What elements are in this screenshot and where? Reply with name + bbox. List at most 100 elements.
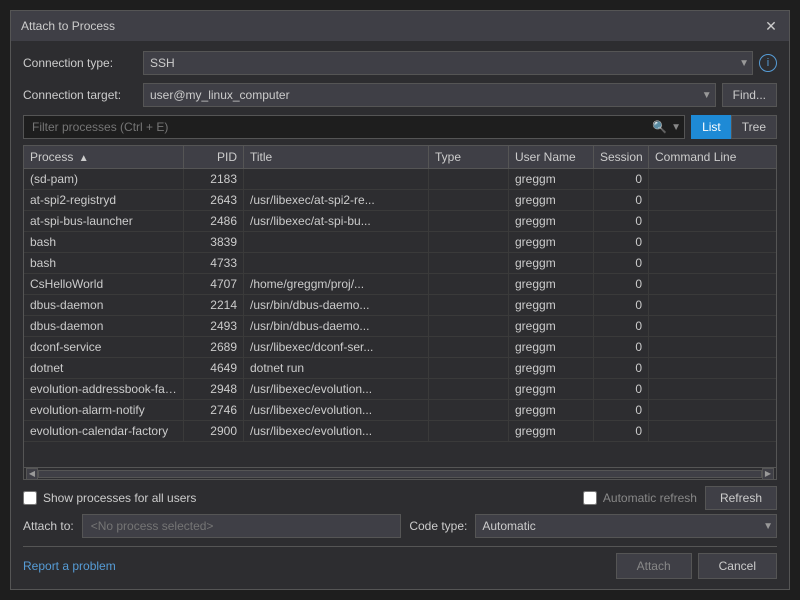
table-cell: 0 — [594, 211, 649, 231]
table-row[interactable]: dotnet4649dotnet rungreggm0 — [24, 358, 776, 379]
table-cell: greggm — [509, 211, 594, 231]
table-row[interactable]: evolution-addressbook-factory2948/usr/li… — [24, 379, 776, 400]
close-button[interactable]: ✕ — [763, 18, 779, 34]
find-button[interactable]: Find... — [722, 83, 777, 107]
connection-type-wrapper: SSH Local ▼ — [143, 51, 753, 75]
table-cell: greggm — [509, 169, 594, 189]
tree-view-button[interactable]: Tree — [731, 115, 777, 139]
code-type-label: Code type: — [409, 519, 467, 533]
auto-refresh-label[interactable]: Automatic refresh — [583, 491, 697, 505]
table-cell: at-spi2-registryd — [24, 190, 184, 210]
table-cell — [429, 337, 509, 357]
table-cell: greggm — [509, 379, 594, 399]
table-cell — [429, 274, 509, 294]
attach-to-process-dialog: Attach to Process ✕ Connection type: SSH… — [10, 10, 790, 590]
table-row[interactable]: evolution-alarm-notify2746/usr/libexec/e… — [24, 400, 776, 421]
table-cell: 0 — [594, 400, 649, 420]
horizontal-scrollbar[interactable]: ◀ ▶ — [24, 467, 776, 479]
column-header-process[interactable]: Process ▲ — [24, 146, 184, 168]
filter-input-wrapper: 🔍 ▼ — [23, 115, 685, 139]
connection-type-select[interactable]: SSH Local — [143, 51, 753, 75]
table-row[interactable]: at-spi-bus-launcher2486/usr/libexec/at-s… — [24, 211, 776, 232]
table-cell: 4649 — [184, 358, 244, 378]
table-header: Process ▲ PID Title Type User Name Sessi… — [24, 146, 776, 169]
table-cell — [429, 400, 509, 420]
table-cell — [649, 253, 776, 273]
table-cell: 0 — [594, 337, 649, 357]
filter-dropdown-icon[interactable]: ▼ — [671, 122, 681, 133]
table-row[interactable]: dconf-service2689/usr/libexec/dconf-ser.… — [24, 337, 776, 358]
table-row[interactable]: evolution-calendar-factory2900/usr/libex… — [24, 421, 776, 442]
table-cell: /usr/libexec/at-spi-bu... — [244, 211, 429, 231]
column-header-session[interactable]: Session — [594, 146, 649, 168]
list-view-button[interactable]: List — [691, 115, 731, 139]
table-row[interactable]: CsHelloWorld4707/home/greggm/proj/...gre… — [24, 274, 776, 295]
table-cell: 2643 — [184, 190, 244, 210]
table-cell: /usr/libexec/evolution... — [244, 421, 429, 441]
checkbox-row: Show processes for all users Automatic r… — [23, 480, 777, 514]
scrollbar-track[interactable] — [38, 470, 762, 478]
column-header-type[interactable]: Type — [429, 146, 509, 168]
table-cell: 3839 — [184, 232, 244, 252]
connection-target-wrapper: user@my_linux_computer ▼ — [143, 83, 716, 107]
table-cell: CsHelloWorld — [24, 274, 184, 294]
report-problem-link[interactable]: Report a problem — [23, 559, 116, 573]
table-row[interactable]: dbus-daemon2214/usr/bin/dbus-daemo...gre… — [24, 295, 776, 316]
table-cell: 0 — [594, 274, 649, 294]
table-row[interactable]: bash3839greggm0 — [24, 232, 776, 253]
attach-to-input[interactable] — [82, 514, 402, 538]
dialog-content: Connection type: SSH Local ▼ i Connectio… — [11, 41, 789, 589]
footer-row: Report a problem Attach Cancel — [23, 553, 777, 579]
info-icon[interactable]: i — [759, 54, 777, 72]
table-cell: 0 — [594, 358, 649, 378]
code-type-select[interactable]: Automatic Managed (.NET) Native — [475, 514, 777, 538]
column-header-title[interactable]: Title — [244, 146, 429, 168]
table-cell: 0 — [594, 253, 649, 273]
auto-refresh-checkbox[interactable] — [583, 491, 597, 505]
table-cell — [649, 358, 776, 378]
table-cell — [649, 400, 776, 420]
table-cell: /usr/libexec/evolution... — [244, 379, 429, 399]
table-cell — [649, 211, 776, 231]
table-cell — [649, 295, 776, 315]
table-cell: at-spi-bus-launcher — [24, 211, 184, 231]
refresh-button[interactable]: Refresh — [705, 486, 777, 510]
attach-to-label: Attach to: — [23, 519, 74, 533]
table-cell: 4733 — [184, 253, 244, 273]
filter-input[interactable] — [23, 115, 685, 139]
table-cell — [429, 190, 509, 210]
scroll-right-icon[interactable]: ▶ — [762, 468, 774, 480]
scroll-left-icon[interactable]: ◀ — [26, 468, 38, 480]
cancel-button[interactable]: Cancel — [698, 553, 777, 579]
table-row[interactable]: bash4733greggm0 — [24, 253, 776, 274]
show-all-users-checkbox[interactable] — [23, 491, 37, 505]
table-cell: 0 — [594, 379, 649, 399]
table-cell: 0 — [594, 232, 649, 252]
table-row[interactable]: dbus-daemon2493/usr/bin/dbus-daemo...gre… — [24, 316, 776, 337]
table-cell — [649, 169, 776, 189]
connection-target-select[interactable]: user@my_linux_computer — [143, 83, 716, 107]
column-header-username[interactable]: User Name — [509, 146, 594, 168]
table-cell — [429, 295, 509, 315]
table-cell: 2183 — [184, 169, 244, 189]
column-header-cmdline[interactable]: Command Line — [649, 146, 776, 168]
column-header-pid[interactable]: PID — [184, 146, 244, 168]
table-cell — [244, 232, 429, 252]
view-buttons: List Tree — [691, 115, 777, 139]
table-cell — [429, 211, 509, 231]
table-cell — [649, 274, 776, 294]
table-cell: greggm — [509, 400, 594, 420]
table-row[interactable]: at-spi2-registryd2643/usr/libexec/at-spi… — [24, 190, 776, 211]
table-cell: /usr/libexec/dconf-ser... — [244, 337, 429, 357]
table-cell: dotnet run — [244, 358, 429, 378]
table-cell — [649, 421, 776, 441]
table-cell: greggm — [509, 190, 594, 210]
table-cell — [649, 337, 776, 357]
table-body[interactable]: (sd-pam)2183greggm0at-spi2-registryd2643… — [24, 169, 776, 467]
show-all-users-label[interactable]: Show processes for all users — [23, 491, 196, 505]
attach-button[interactable]: Attach — [616, 553, 692, 579]
table-row[interactable]: (sd-pam)2183greggm0 — [24, 169, 776, 190]
table-cell: 0 — [594, 169, 649, 189]
table-cell: 2214 — [184, 295, 244, 315]
table-cell — [244, 169, 429, 189]
